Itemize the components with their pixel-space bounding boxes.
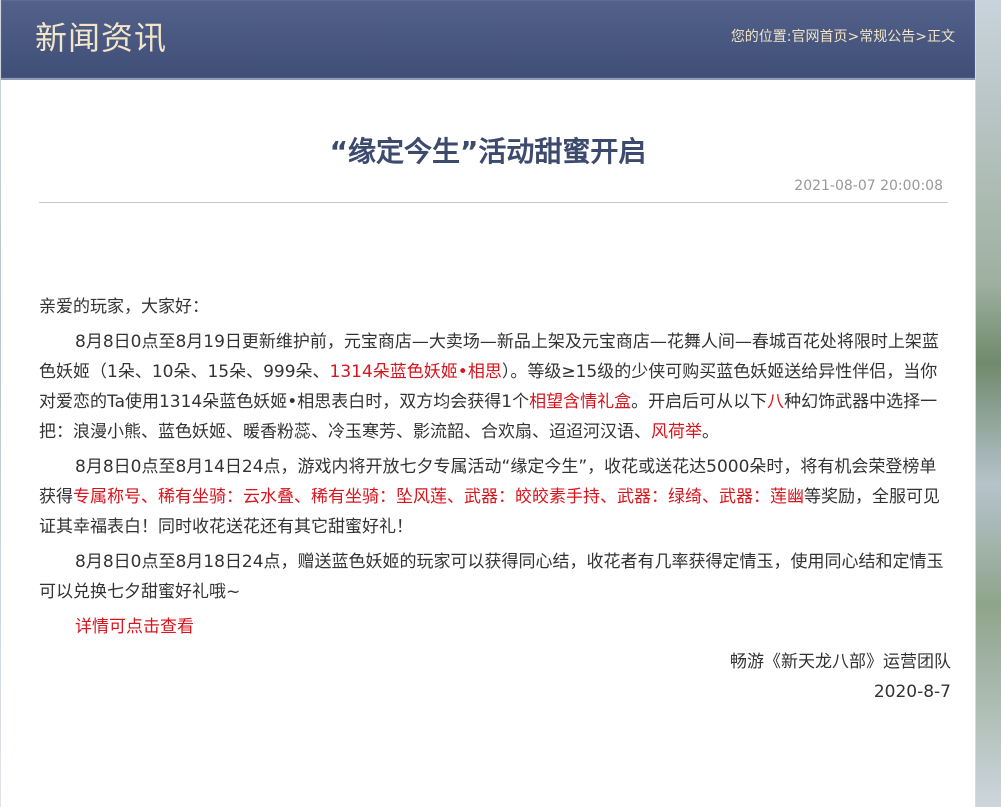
highlight-text: 风荷举 <box>651 422 702 442</box>
paragraph-exchange: 8月8日0点至8月18日24点，赠送蓝色妖姬的玩家可以获得同心结，收花者有几率获… <box>39 552 944 602</box>
news-panel: 新闻资讯 您的位置:官网首页>常规公告>正文 “缘定今生”活动甜蜜开启 2021… <box>1 0 976 807</box>
highlight-text: 1314朵蓝色妖姬•相思 <box>329 362 502 382</box>
details-paragraph: 详情可点击查看 <box>39 612 951 642</box>
details-link[interactable]: 详情可点击查看 <box>75 617 194 637</box>
highlight-text: 专属称号、稀有坐骑：云水叠、稀有坐骑：坠风莲、武器：皎皎素手持、武器：绿绮、武器… <box>73 487 804 507</box>
article-date: 2021-08-07 20:00:08 <box>794 178 943 194</box>
breadcrumb-separator: > <box>915 29 927 45</box>
paragraph-text: 。 <box>702 422 719 442</box>
greeting: 亲爱的玩家，大家好： <box>39 297 209 317</box>
signature: 畅游《新天龙八部》运营团队 <box>730 652 951 672</box>
news-header: 新闻资讯 您的位置:官网首页>常规公告>正文 <box>1 0 975 80</box>
highlight-text: 八 <box>767 392 785 412</box>
breadcrumb-prefix: 您的位置: <box>730 29 792 45</box>
breadcrumb-home-link[interactable]: 官网首页 <box>792 29 848 45</box>
breadcrumb-separator: > <box>847 29 860 45</box>
article-title: “缘定今生”活动甜蜜开启 <box>329 135 647 168</box>
section-title: 新闻资讯 <box>35 19 168 57</box>
paragraph-flower-sale: 8月8日0点至8月19日更新维护前，元宝商店—大卖场—新品上架及元宝商店—花舞人… <box>39 327 951 447</box>
breadcrumb-current: 正文 <box>927 29 955 45</box>
breadcrumb-notice-link[interactable]: 常规公告 <box>859 29 915 45</box>
highlight-text: 相望含情礼盒 <box>529 392 632 412</box>
background-scenery-right <box>974 0 1001 807</box>
paragraph-ranking: 8月8日0点至8月14日24点，游戏内将开放七夕专属活动“缘定今生”，收花或送花… <box>39 452 951 542</box>
signature-block: 畅游《新天龙八部》运营团队 2020-8-7 <box>39 647 951 707</box>
title-divider <box>39 202 948 203</box>
article-body: 亲爱的玩家，大家好： 8月8日0点至8月19日更新维护前，元宝商店—大卖场—新品… <box>39 292 951 707</box>
signature-date: 2020-8-7 <box>873 682 951 702</box>
breadcrumb: 您的位置:官网首页>常规公告>正文 <box>731 27 955 47</box>
paragraph-text: 。开启后可从以下 <box>631 392 768 412</box>
